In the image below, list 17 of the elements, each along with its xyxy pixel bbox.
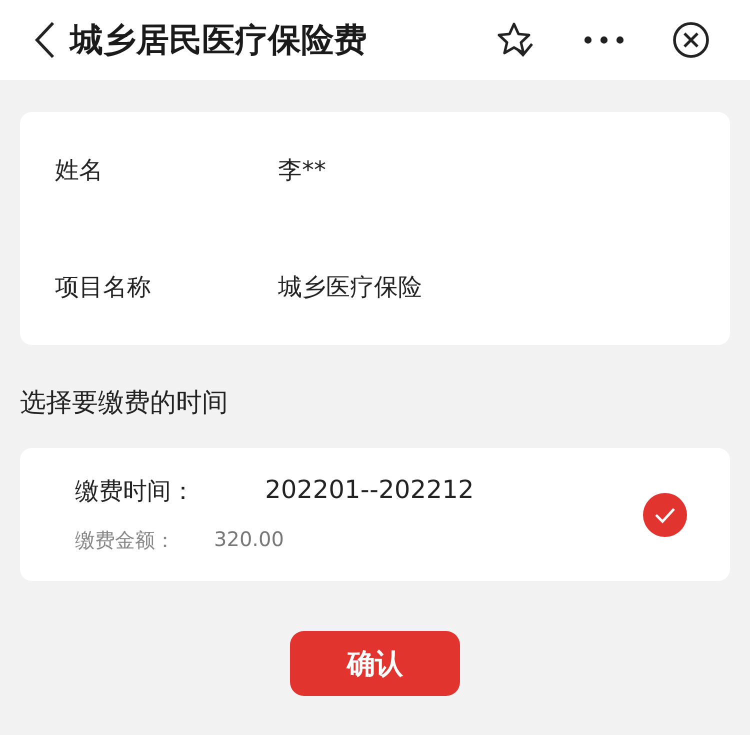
more-icon[interactable] xyxy=(584,36,624,44)
selected-check-icon[interactable] xyxy=(642,492,688,538)
payment-option-card[interactable]: 缴费时间： 202201--202212 缴费金额： 320.00 xyxy=(20,448,730,581)
field-value: 李** xyxy=(278,155,326,186)
field-value: 202201--202212 xyxy=(265,475,474,506)
field-label: 缴费金额： xyxy=(75,527,176,554)
close-icon[interactable] xyxy=(672,21,710,59)
field-value: 320.00 xyxy=(214,527,284,553)
star-icon[interactable] xyxy=(496,22,534,58)
back-icon[interactable] xyxy=(34,21,56,59)
field-label: 缴费时间： xyxy=(75,476,196,507)
page-title: 城乡居民医疗保险费 xyxy=(70,18,368,60)
confirm-button[interactable]: 确认 xyxy=(290,631,460,696)
section-title: 选择要缴费的时间 xyxy=(20,387,229,420)
field-label: 项目名称 xyxy=(55,272,152,303)
field-label: 姓名 xyxy=(55,155,104,186)
field-value: 城乡医疗保险 xyxy=(278,272,422,303)
